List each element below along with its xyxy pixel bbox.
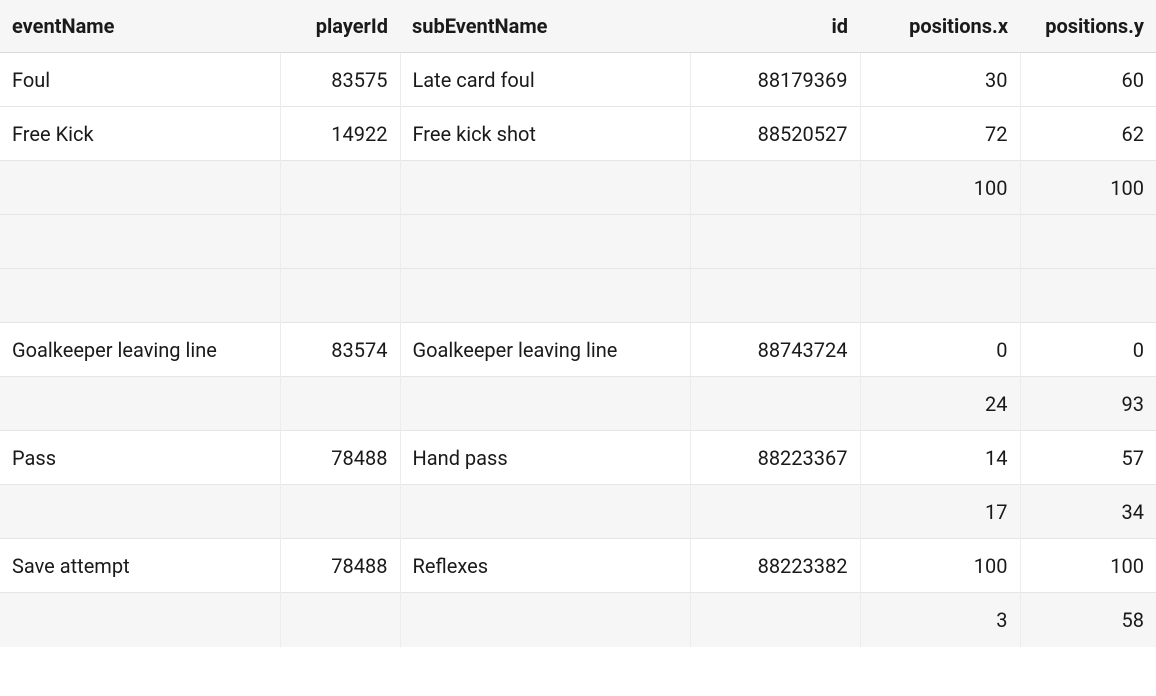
cell-subeventname: Late card foul: [400, 53, 690, 107]
cell-eventname: [0, 215, 280, 269]
cell-eventname: [0, 377, 280, 431]
col-header-playerid: playerId: [280, 0, 400, 53]
cell-playerid: 78488: [280, 539, 400, 593]
cell-id: 88520527: [690, 107, 860, 161]
cell-subeventname: [400, 269, 690, 323]
cell-subeventname: [400, 377, 690, 431]
cell-posy: 93: [1020, 377, 1156, 431]
cell-posy: 34: [1020, 485, 1156, 539]
cell-playerid: [280, 485, 400, 539]
table-row: 2493: [0, 377, 1156, 431]
cell-posx: [860, 269, 1020, 323]
cell-eventname: Goalkeeper leaving line: [0, 323, 280, 377]
cell-posy: 62: [1020, 107, 1156, 161]
cell-id: [690, 593, 860, 647]
table-row: Free Kick14922Free kick shot885205277262: [0, 107, 1156, 161]
cell-subeventname: Hand pass: [400, 431, 690, 485]
cell-id: 88743724: [690, 323, 860, 377]
cell-playerid: [280, 215, 400, 269]
cell-subeventname: Reflexes: [400, 539, 690, 593]
cell-eventname: Pass: [0, 431, 280, 485]
table-row: [0, 269, 1156, 323]
cell-id: 88223367: [690, 431, 860, 485]
cell-playerid: [280, 593, 400, 647]
table-header-row: eventName playerId subEventName id posit…: [0, 0, 1156, 53]
cell-playerid: [280, 161, 400, 215]
cell-posy: 60: [1020, 53, 1156, 107]
cell-posy: 57: [1020, 431, 1156, 485]
cell-playerid: 83574: [280, 323, 400, 377]
table-row: [0, 215, 1156, 269]
cell-subeventname: Free kick shot: [400, 107, 690, 161]
cell-posx: 17: [860, 485, 1020, 539]
cell-eventname: Free Kick: [0, 107, 280, 161]
col-header-subeventname: subEventName: [400, 0, 690, 53]
cell-id: 88179369: [690, 53, 860, 107]
cell-posx: 30: [860, 53, 1020, 107]
cell-id: [690, 161, 860, 215]
cell-id: [690, 269, 860, 323]
cell-playerid: 83575: [280, 53, 400, 107]
cell-posy: 0: [1020, 323, 1156, 377]
cell-posy: [1020, 215, 1156, 269]
cell-playerid: 78488: [280, 431, 400, 485]
cell-posx: 24: [860, 377, 1020, 431]
table-row: 100100: [0, 161, 1156, 215]
cell-posx: 100: [860, 161, 1020, 215]
cell-eventname: [0, 161, 280, 215]
table-row: Pass78488Hand pass882233671457: [0, 431, 1156, 485]
table-row: 1734: [0, 485, 1156, 539]
table-row: 358: [0, 593, 1156, 647]
cell-eventname: Save attempt: [0, 539, 280, 593]
table-row: Save attempt78488Reflexes88223382100100: [0, 539, 1156, 593]
col-header-posy: positions.y: [1020, 0, 1156, 53]
cell-playerid: [280, 269, 400, 323]
cell-eventname: [0, 485, 280, 539]
cell-eventname: [0, 269, 280, 323]
col-header-id: id: [690, 0, 860, 53]
col-header-posx: positions.x: [860, 0, 1020, 53]
cell-id: [690, 215, 860, 269]
cell-posx: 0: [860, 323, 1020, 377]
cell-id: [690, 485, 860, 539]
cell-subeventname: [400, 593, 690, 647]
cell-subeventname: Goalkeeper leaving line: [400, 323, 690, 377]
cell-id: 88223382: [690, 539, 860, 593]
cell-subeventname: [400, 215, 690, 269]
cell-posx: 3: [860, 593, 1020, 647]
cell-posx: 72: [860, 107, 1020, 161]
cell-eventname: Foul: [0, 53, 280, 107]
cell-eventname: [0, 593, 280, 647]
cell-playerid: 14922: [280, 107, 400, 161]
cell-subeventname: [400, 485, 690, 539]
cell-posx: 14: [860, 431, 1020, 485]
cell-posx: [860, 215, 1020, 269]
cell-playerid: [280, 377, 400, 431]
cell-posx: 100: [860, 539, 1020, 593]
table-row: Foul83575Late card foul881793693060: [0, 53, 1156, 107]
cell-posy: 58: [1020, 593, 1156, 647]
cell-posy: 100: [1020, 539, 1156, 593]
table-row: Goalkeeper leaving line83574Goalkeeper l…: [0, 323, 1156, 377]
cell-id: [690, 377, 860, 431]
col-header-eventname: eventName: [0, 0, 280, 53]
cell-subeventname: [400, 161, 690, 215]
cell-posy: [1020, 269, 1156, 323]
cell-posy: 100: [1020, 161, 1156, 215]
events-table: eventName playerId subEventName id posit…: [0, 0, 1156, 647]
